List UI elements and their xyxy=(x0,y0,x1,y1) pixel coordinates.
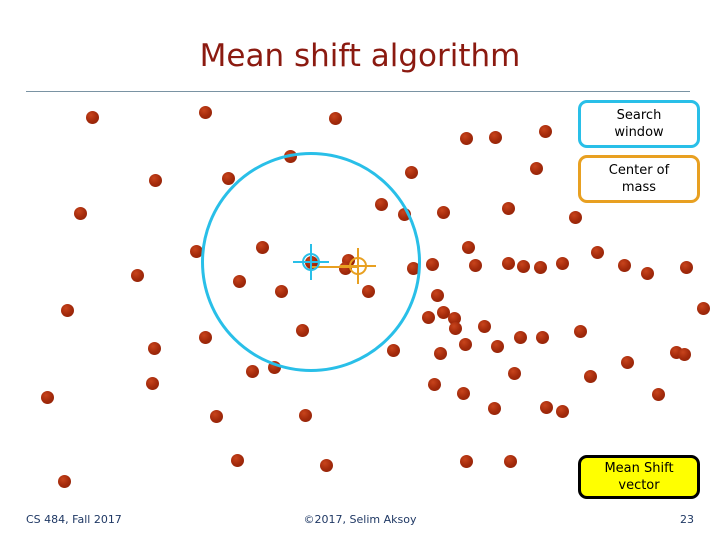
data-point xyxy=(696,301,710,315)
callout-search-window-line1: Search xyxy=(616,108,662,123)
data-point xyxy=(298,408,312,422)
data-point xyxy=(529,161,543,175)
page-title: Mean shift algorithm xyxy=(199,38,521,74)
data-point xyxy=(620,355,634,369)
callout-search-window: Search window xyxy=(578,100,700,148)
callout-search-window-line2: window xyxy=(614,125,664,140)
data-point xyxy=(617,258,631,272)
data-point xyxy=(501,201,515,215)
data-point xyxy=(555,256,569,270)
data-point xyxy=(448,321,462,335)
data-point xyxy=(198,105,212,119)
data-point xyxy=(533,260,547,274)
data-point xyxy=(468,258,482,272)
data-point xyxy=(57,474,71,488)
data-point xyxy=(487,401,501,415)
data-point xyxy=(130,268,144,282)
data-point xyxy=(490,339,504,353)
data-point xyxy=(555,404,569,418)
data-point xyxy=(538,124,552,138)
data-point xyxy=(461,240,475,254)
callout-center-of-mass: Center of mass xyxy=(578,155,700,203)
data-point xyxy=(458,337,472,351)
data-point xyxy=(427,377,441,391)
data-point xyxy=(245,364,259,378)
data-point xyxy=(433,346,447,360)
data-point xyxy=(221,171,235,185)
data-point xyxy=(425,257,439,271)
data-point xyxy=(430,288,444,302)
data-point xyxy=(503,454,517,468)
data-point xyxy=(85,110,99,124)
data-point xyxy=(319,458,333,472)
data-point xyxy=(501,256,515,270)
data-point xyxy=(386,343,400,357)
slide-canvas: Mean shift algorithm Search window Cente… xyxy=(0,0,720,540)
callout-center-of-mass-line1: Center of xyxy=(608,163,670,178)
data-point xyxy=(148,173,162,187)
data-point xyxy=(145,376,159,390)
data-point xyxy=(459,454,473,468)
data-point xyxy=(198,330,212,344)
data-point xyxy=(573,324,587,338)
data-point xyxy=(209,409,223,423)
data-point xyxy=(230,453,244,467)
crosshair-ring xyxy=(349,257,367,275)
data-point xyxy=(539,400,553,414)
data-point xyxy=(404,165,418,179)
data-point xyxy=(147,341,161,355)
callout-mean-shift-vector-line1: Mean Shift xyxy=(604,461,674,476)
title-divider xyxy=(26,91,690,92)
data-point xyxy=(456,386,470,400)
data-point xyxy=(535,330,549,344)
data-point xyxy=(40,390,54,404)
data-point xyxy=(60,303,74,317)
data-point xyxy=(477,319,491,333)
callout-mean-shift-vector: Mean Shift vector xyxy=(578,455,700,499)
data-point xyxy=(590,245,604,259)
data-point xyxy=(516,259,530,273)
crosshair-ring xyxy=(302,253,320,271)
search-window-crosshair-icon xyxy=(293,244,329,280)
data-point xyxy=(640,266,654,280)
data-point xyxy=(421,310,435,324)
footer-page-number: 23 xyxy=(680,513,694,526)
data-point xyxy=(679,260,693,274)
data-point xyxy=(507,366,521,380)
data-point xyxy=(436,205,450,219)
data-point xyxy=(677,347,691,361)
data-point xyxy=(568,210,582,224)
data-point xyxy=(513,330,527,344)
data-point xyxy=(488,130,502,144)
callout-mean-shift-vector-line2: vector xyxy=(618,478,660,493)
callout-center-of-mass-line2: mass xyxy=(621,180,657,195)
data-point xyxy=(459,131,473,145)
data-point xyxy=(328,111,342,125)
data-point xyxy=(651,387,665,401)
data-point xyxy=(583,369,597,383)
center-of-mass-crosshair-icon xyxy=(340,248,376,284)
data-point xyxy=(73,206,87,220)
